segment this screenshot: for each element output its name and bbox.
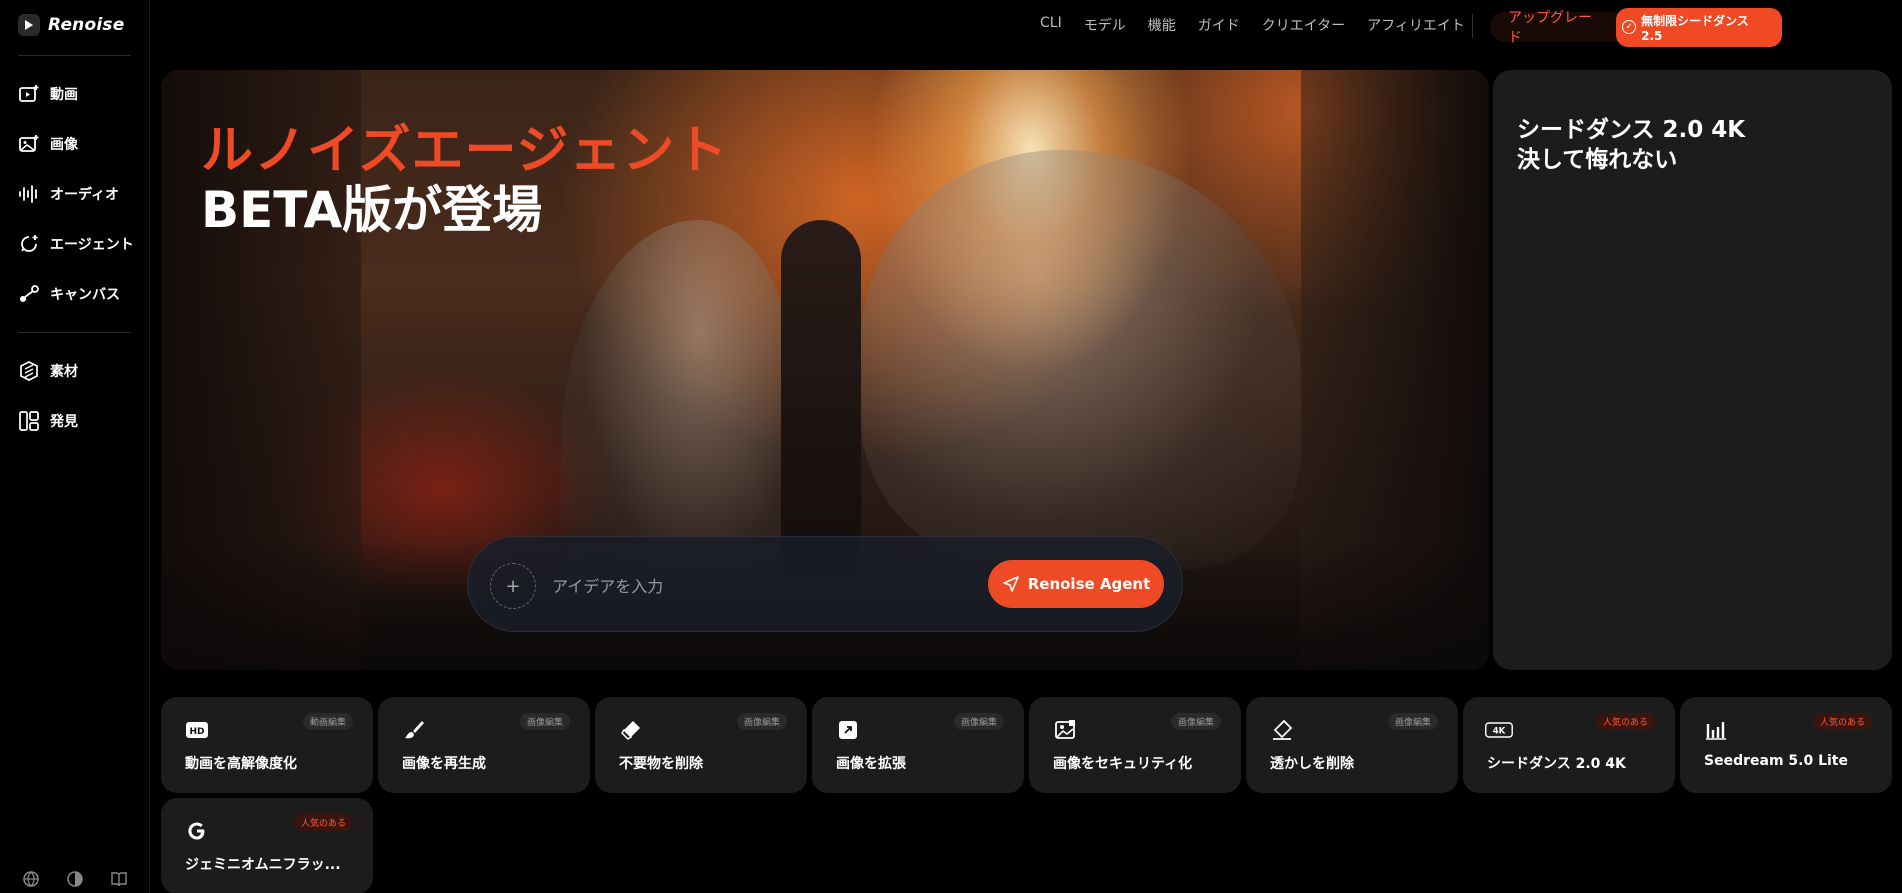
audio-wave-icon xyxy=(19,185,37,203)
image-secure-icon xyxy=(1051,717,1079,743)
tool-card-seedance-4k[interactable]: 4K 人気のある シードダンス 2.0 4K xyxy=(1463,697,1675,793)
globe-icon[interactable] xyxy=(22,870,40,888)
assets-icon xyxy=(20,361,38,381)
theme-icon[interactable] xyxy=(66,870,84,888)
svg-text:HD: HD xyxy=(189,727,204,737)
tool-card-seedream-lite[interactable]: 人気のある Seedream 5.0 Lite xyxy=(1680,697,1892,793)
sidebar-item-image[interactable]: 画像 xyxy=(18,131,78,157)
card-label: 画像をセキュリティ化 xyxy=(1053,756,1193,772)
book-icon[interactable] xyxy=(110,870,128,888)
send-icon xyxy=(1002,576,1019,592)
promo-tagline: 決して悔れない xyxy=(1517,147,1678,173)
add-attachment-button[interactable]: + xyxy=(490,563,536,609)
sidebar-footer xyxy=(22,870,128,888)
top-nav: CLI モデル 機能 ガイド クリエイター アフィリエイト xyxy=(1040,15,1465,35)
card-label: シードダンス 2.0 4K xyxy=(1487,756,1626,772)
card-label: Seedream 5.0 Lite xyxy=(1704,753,1848,769)
idea-input[interactable] xyxy=(552,571,952,601)
right-wing xyxy=(861,150,1301,570)
sidebar-divider xyxy=(18,332,131,333)
tool-card-watermark-remove[interactable]: 画像編集 透かしを削除 xyxy=(1246,697,1458,793)
brush-icon xyxy=(400,717,428,743)
card-label: ジェミニオムニフラッ... xyxy=(185,857,341,873)
check-circle-icon: ✓ xyxy=(1622,20,1637,34)
tool-card-object-remove[interactable]: 画像編集 不要物を削除 xyxy=(595,697,807,793)
renoise-logo-icon xyxy=(18,14,40,36)
nav-link-creators[interactable]: クリエイター xyxy=(1262,15,1345,35)
upgrade-label: アップグレード xyxy=(1508,10,1592,46)
tool-card-video-upscale[interactable]: HD 動画編集 動画を高解像度化 xyxy=(161,697,373,793)
discover-grid-icon xyxy=(19,411,39,431)
tool-card-image-regenerate[interactable]: 画像編集 画像を再生成 xyxy=(378,697,590,793)
sidebar-item-label: キャンバス xyxy=(50,287,120,303)
sidebar-item-label: 素材 xyxy=(50,364,78,380)
expand-icon xyxy=(834,717,862,743)
prompt-bar: + Renoise Agent xyxy=(467,536,1183,632)
nav-link-models[interactable]: モデル xyxy=(1084,15,1126,35)
sidebar-item-label: エージェント xyxy=(50,237,134,253)
eraser-icon xyxy=(617,717,645,743)
unlimited-promo-pill[interactable]: ✓ 無制限シードダンス 2.5 xyxy=(1616,7,1782,47)
card-tag: 人気のある xyxy=(1812,713,1872,730)
card-tag: 画像編集 xyxy=(1387,713,1438,730)
google-g-icon xyxy=(183,818,211,844)
sidebar-divider xyxy=(18,55,131,56)
sidebar-item-discover[interactable]: 発見 xyxy=(18,408,78,434)
card-tag: 画像編集 xyxy=(1170,713,1221,730)
tool-card-image-expand[interactable]: 画像編集 画像を拡張 xyxy=(812,697,1024,793)
sidebar-item-canvas[interactable]: キャンバス xyxy=(18,281,120,307)
figure-silhouette xyxy=(781,220,861,580)
tool-card-gemini-omni-flash[interactable]: 人気のある ジェミニオムニフラッ... xyxy=(161,798,373,893)
logo-text: Renoise xyxy=(48,15,125,35)
promo-pill-label: 無制限シードダンス 2.5 xyxy=(1641,13,1749,43)
agent-button-label: Renoise Agent xyxy=(1027,575,1151,593)
video-plus-icon xyxy=(19,85,39,102)
nav-link-cli[interactable]: CLI xyxy=(1040,15,1062,35)
nav-divider xyxy=(1472,14,1473,38)
sidebar-item-label: オーディオ xyxy=(50,187,120,203)
sidebar-item-label: 発見 xyxy=(50,414,78,430)
card-tag: 画像編集 xyxy=(519,713,570,730)
sidebar-item-label: 動画 xyxy=(50,87,78,103)
nav-link-features[interactable]: 機能 xyxy=(1148,15,1176,35)
renoise-agent-button[interactable]: Renoise Agent xyxy=(988,560,1164,608)
promo-title: シードダンス 2.0 4K xyxy=(1517,117,1746,143)
sidebar-item-label: 画像 xyxy=(50,137,78,153)
sidebar-item-video[interactable]: 動画 xyxy=(18,81,78,107)
card-label: 不要物を削除 xyxy=(619,756,703,772)
sidebar-item-audio[interactable]: オーディオ xyxy=(18,181,119,207)
image-plus-icon xyxy=(19,135,39,152)
logo[interactable]: Renoise xyxy=(18,14,124,36)
svg-text:4K: 4K xyxy=(1493,727,1506,737)
upgrade-banner[interactable]: アップグレード ✓ 無制限シードダンス 2.5 xyxy=(1490,7,1782,47)
nav-link-guide[interactable]: ガイド xyxy=(1198,15,1240,35)
card-tag: 人気のある xyxy=(1595,713,1655,730)
sidebar-item-assets[interactable]: 素材 xyxy=(18,358,78,384)
card-tag: 画像編集 xyxy=(953,713,1004,730)
canvas-nodes-icon xyxy=(20,285,39,302)
bars-icon xyxy=(1702,717,1730,743)
card-label: 画像を再生成 xyxy=(402,756,486,772)
card-label: 透かしを削除 xyxy=(1270,756,1354,772)
card-tag: 人気のある xyxy=(293,814,353,831)
sidebar-item-agent[interactable]: エージェント xyxy=(18,231,134,257)
hero-banner[interactable]: ルノイズエージェント BETA版が登場 + Renoise Agent xyxy=(161,70,1489,670)
hero-subtitle: BETA版が登場 xyxy=(201,181,543,239)
seedance-promo-card[interactable]: シードダンス 2.0 4K 決して悔れない xyxy=(1493,70,1892,670)
card-tag: 動画編集 xyxy=(302,713,353,730)
hd-icon: HD xyxy=(183,717,211,743)
sidebar: Renoise 動画 画像 オーディオ エージェント キャンバス 素材 発見 xyxy=(0,0,150,893)
card-tag: 画像編集 xyxy=(736,713,787,730)
card-label: 動画を高解像度化 xyxy=(185,756,297,772)
agent-chat-icon xyxy=(21,235,38,252)
nav-link-affiliate[interactable]: アフィリエイト xyxy=(1367,15,1465,35)
tool-card-image-secure[interactable]: 画像編集 画像をセキュリティ化 xyxy=(1029,697,1241,793)
watermark-eraser-icon xyxy=(1268,717,1296,743)
card-label: 画像を拡張 xyxy=(836,756,906,772)
4k-icon: 4K xyxy=(1485,717,1513,743)
